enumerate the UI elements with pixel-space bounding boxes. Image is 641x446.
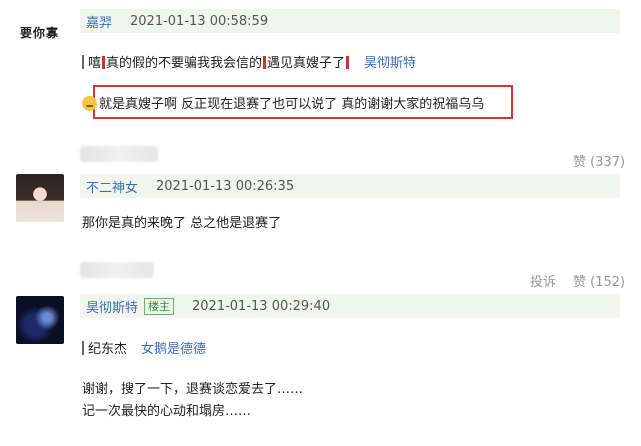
blurred-username xyxy=(80,146,158,162)
comment-author[interactable]: 嘉羿 xyxy=(86,12,112,31)
comment-meta-bar: 嘉羿 2021-01-13 00:58:59 xyxy=(80,9,620,33)
quote-text: 遇见真嫂子了 xyxy=(267,56,346,71)
comment-timestamp: 2021-01-13 00:58:59 xyxy=(130,13,269,29)
comment-timestamp: 2021-01-13 00:29:40 xyxy=(192,298,331,314)
quoted-user-link[interactable]: 女鹅是德德 xyxy=(141,342,206,357)
red-mark-icon xyxy=(102,56,106,69)
comment-author[interactable]: 不二神女 xyxy=(86,177,138,196)
comment-author[interactable]: 昊彻斯特 xyxy=(86,297,138,316)
quoted-user-link[interactable]: 昊彻斯特 xyxy=(364,56,416,71)
comment-text: 就是真嫂子啊 反正现在退赛了也可以说了 真的谢谢大家的祝福乌乌 xyxy=(82,93,484,112)
red-mark-icon xyxy=(263,56,267,69)
quote-text: 真的假的不要骗我我会信的 xyxy=(106,56,263,71)
report-button[interactable]: 投诉 xyxy=(530,271,556,290)
red-mark-icon xyxy=(346,56,350,69)
quoted-reply: 纪东杰 女鹅是德德 xyxy=(82,338,206,357)
quote-bar-icon xyxy=(82,341,84,355)
comment-timestamp: 2021-01-13 00:26:35 xyxy=(156,178,295,194)
comment-text: 谢谢，搜了一下，退赛谈恋爱去了…… xyxy=(82,382,304,397)
comment-meta-bar: 昊彻斯特 楼主 2021-01-13 00:29:40 xyxy=(80,294,620,318)
blurred-username xyxy=(80,262,154,278)
avatar[interactable] xyxy=(16,296,64,344)
avatar[interactable] xyxy=(16,174,64,222)
like-button[interactable]: 赞 (152) xyxy=(573,271,625,290)
comment-meta-bar: 不二神女 2021-01-13 00:26:35 xyxy=(80,174,620,198)
comment-text: 记一次最快的心动和塌房…… xyxy=(82,404,252,419)
quote-bar-icon xyxy=(82,55,84,69)
op-badge: 楼主 xyxy=(144,297,175,315)
like-button[interactable]: 赞 (337) xyxy=(573,151,625,170)
crying-emoji-icon xyxy=(82,96,97,111)
comment-thread: 要你寡 嘉羿 2021-01-13 00:58:59 嘻真的假的不要骗我我会信的… xyxy=(0,0,641,446)
highlight-text: 就是真嫂子啊 反正现在退赛了也可以说了 真的谢谢大家的祝福乌乌 xyxy=(99,97,485,112)
left-username[interactable]: 要你寡 xyxy=(20,24,59,41)
quoted-reply: 嘻真的假的不要骗我我会信的 遇见真嫂子了 昊彻斯特 xyxy=(82,52,416,71)
quote-text: 纪东杰 xyxy=(88,342,128,357)
comment-text: 那你是真的来晚了 总之他是退赛了 xyxy=(82,216,282,231)
quote-text: 嘻 xyxy=(88,56,102,71)
